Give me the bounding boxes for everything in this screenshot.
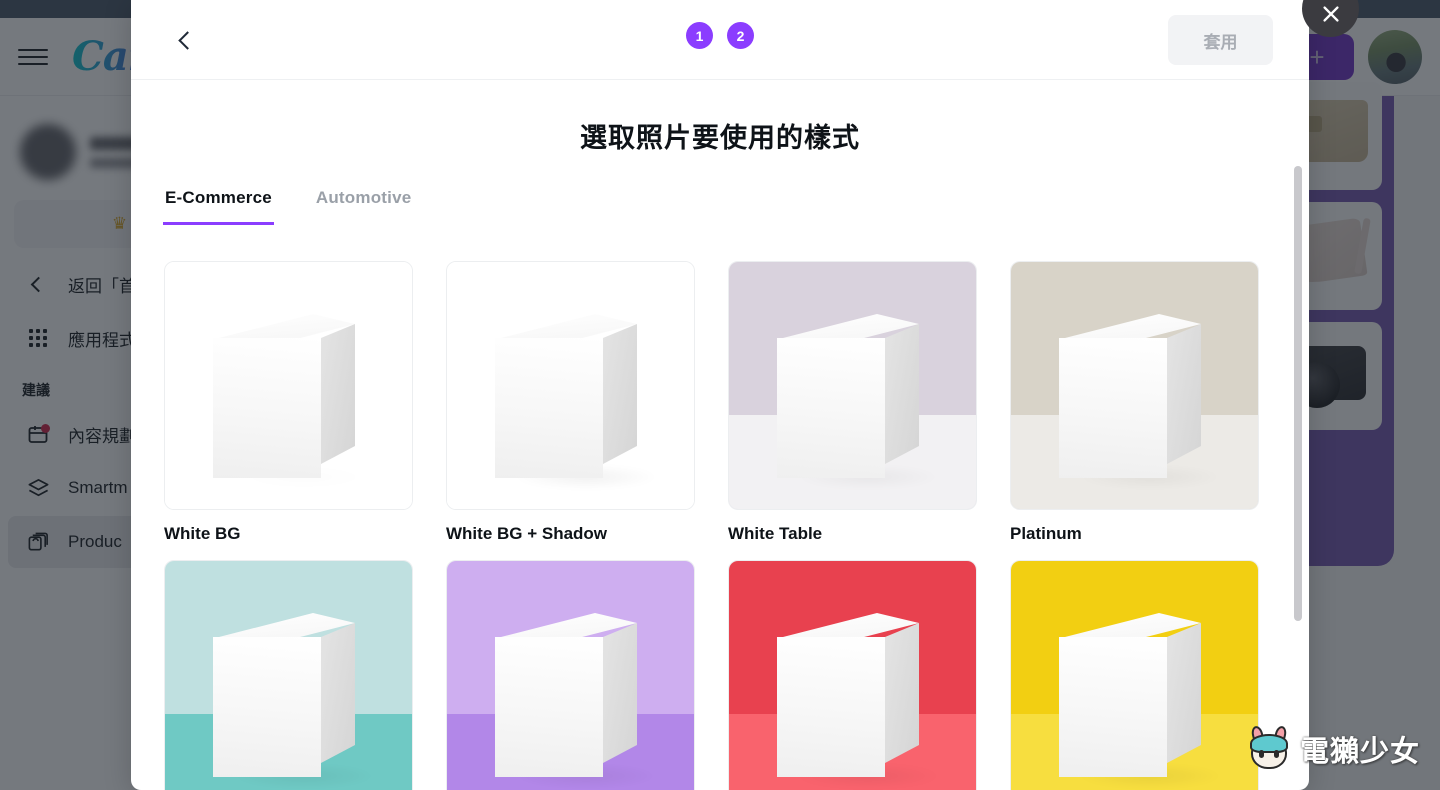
style-card-label: White BG + Shadow xyxy=(446,524,608,543)
style-card[interactable]: White BG xyxy=(164,261,413,544)
back-button[interactable] xyxy=(163,18,207,62)
category-tabs: E-Commerce Automotive xyxy=(131,182,1309,225)
style-thumbnail xyxy=(164,560,413,790)
style-thumbnail xyxy=(1010,261,1259,510)
modal-header: 1 2 套用 xyxy=(131,0,1309,80)
style-thumbnail xyxy=(164,261,413,510)
style-card[interactable]: White Table xyxy=(728,261,977,544)
tab-automotive[interactable]: Automotive xyxy=(314,182,414,225)
watermark-text: 電獺少女 xyxy=(1299,736,1420,768)
mascot-icon xyxy=(1248,724,1290,770)
style-card[interactable] xyxy=(446,560,695,790)
style-card[interactable] xyxy=(164,560,413,790)
step-1[interactable]: 1 xyxy=(686,22,713,49)
apply-button[interactable]: 套用 xyxy=(1168,15,1273,65)
tab-ecommerce[interactable]: E-Commerce xyxy=(163,182,274,225)
watermark: 電獺少女 xyxy=(1248,724,1420,770)
style-card-label: White BG xyxy=(164,524,241,543)
style-thumbnail xyxy=(446,560,695,790)
style-card-label: White Table xyxy=(728,524,823,543)
step-indicator: 1 2 xyxy=(131,22,1309,49)
app-root: Canva + ♛ 試用 C 返回「首 xyxy=(0,0,1440,790)
style-thumbnail xyxy=(446,261,695,510)
style-picker-modal: 1 2 套用 選取照片要使用的樣式 E-Commerce Automotive … xyxy=(131,0,1309,790)
scrollbar-thumb[interactable] xyxy=(1294,166,1302,621)
style-thumbnail xyxy=(1010,560,1259,790)
style-thumbnail xyxy=(728,261,977,510)
modal-body: 選取照片要使用的樣式 E-Commerce Automotive White B… xyxy=(131,80,1309,790)
page-title: 選取照片要使用的樣式 xyxy=(580,123,860,153)
style-card-label: Platinum xyxy=(1010,524,1082,543)
style-card[interactable]: White BG + Shadow xyxy=(446,261,695,544)
chevron-left-icon xyxy=(177,30,197,50)
style-card[interactable]: Platinum xyxy=(1010,261,1259,544)
close-icon xyxy=(1322,5,1339,22)
style-card[interactable] xyxy=(728,560,977,790)
scrollbar[interactable] xyxy=(1293,166,1303,790)
style-grid: White BG White BG + Shadow White Table Plat… xyxy=(131,225,1309,790)
style-thumbnail xyxy=(728,560,977,790)
step-2[interactable]: 2 xyxy=(727,22,754,49)
style-card[interactable] xyxy=(1010,560,1259,790)
